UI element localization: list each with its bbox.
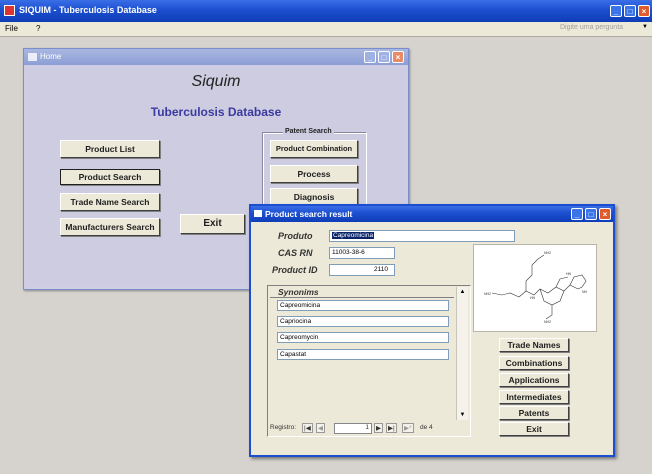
home-minimize-button[interactable]: _ [364, 51, 376, 63]
home-title: Home [40, 52, 62, 61]
result-title-bar: Product search result _ □ × [251, 206, 613, 222]
home-exit-button[interactable]: Exit [180, 214, 245, 234]
product-result-window: Product search result _ □ × Produto Capr… [249, 204, 615, 457]
app-icon [4, 5, 15, 16]
synonyms-list: Synonims Capreomicina Capriocina Capreom… [267, 285, 471, 437]
svg-text:HN: HN [530, 296, 536, 300]
productid-label: Product ID [272, 265, 318, 275]
manufacturers-search-button[interactable]: Manufacturers Search [60, 218, 160, 236]
casrn-label: CAS RN [278, 248, 313, 258]
menu-file[interactable]: File [5, 24, 18, 33]
record-navigator: Registro: |◀ ◀ 1 ▶ ▶| ▶* de 4 [270, 423, 460, 434]
produto-value: Capreomicina [332, 232, 375, 239]
svg-text:NH2: NH2 [484, 292, 491, 296]
scroll-up-icon[interactable]: ▲ [457, 287, 468, 297]
intermediates-button[interactable]: Intermediates [499, 390, 569, 404]
synonym-item[interactable]: Capreomicina [277, 300, 449, 311]
synonyms-header-rule [270, 297, 454, 298]
app-maximize-button[interactable]: □ [624, 5, 636, 17]
result-maximize-button[interactable]: □ [585, 208, 597, 220]
app-minimize-button[interactable]: _ [610, 5, 622, 17]
home-title-bar: Home _ □ × [24, 49, 408, 65]
result-exit-button[interactable]: Exit [499, 422, 569, 436]
result-window-icon [254, 210, 262, 217]
home-maximize-button[interactable]: □ [378, 51, 390, 63]
productid-field[interactable]: 2110 [329, 264, 395, 276]
home-subheading: Tuberculosis Database [150, 105, 282, 119]
help-question-input[interactable]: Digite uma pergunta [560, 24, 623, 31]
record-number-field[interactable]: 1 [334, 423, 372, 434]
record-total: de 4 [420, 424, 433, 431]
app-title-bar: SIQUIM - Tuberculosis Database _ □ × [0, 0, 652, 22]
applications-button[interactable]: Applications [499, 373, 569, 387]
home-heading: Siquim [191, 73, 241, 90]
svg-text:NH2: NH2 [544, 251, 551, 255]
product-list-button[interactable]: Product List [60, 140, 160, 158]
result-minimize-button[interactable]: _ [571, 208, 583, 220]
product-combination-button[interactable]: Product Combination [270, 140, 358, 158]
home-window-icon [28, 53, 37, 61]
chemical-structure-image: NH2 NH2 HN NH2 NH HN [473, 244, 597, 332]
process-button[interactable]: Process [270, 165, 358, 183]
new-record-button[interactable]: ▶* [402, 423, 414, 433]
record-nav-label: Registro: [270, 424, 297, 431]
app-close-button[interactable]: × [638, 5, 650, 17]
last-record-button[interactable]: ▶| [386, 423, 397, 433]
product-search-button[interactable]: Product Search [60, 169, 160, 185]
previous-record-button[interactable]: ◀ [316, 423, 325, 433]
next-record-button[interactable]: ▶ [374, 423, 383, 433]
svg-text:NH: NH [582, 290, 588, 294]
synonym-item[interactable]: Capastat [277, 349, 449, 360]
trade-name-search-button[interactable]: Trade Name Search [60, 193, 160, 211]
synonyms-scrollbar[interactable]: ▲ ▼ [456, 287, 468, 420]
produto-field[interactable]: Capreomicina [329, 230, 515, 242]
svg-text:NH2: NH2 [544, 320, 551, 324]
result-title: Product search result [265, 209, 353, 219]
scroll-down-icon[interactable]: ▼ [457, 410, 468, 420]
app-title: SIQUIM - Tuberculosis Database [19, 5, 157, 15]
menu-bar: File ? Digite uma pergunta ▼ [0, 22, 652, 37]
combinations-button[interactable]: Combinations [499, 356, 569, 370]
result-close-button[interactable]: × [599, 208, 611, 220]
svg-text:HN: HN [566, 272, 572, 276]
menu-help[interactable]: ? [36, 24, 40, 33]
produto-label: Produto [278, 231, 313, 241]
home-close-button[interactable]: × [392, 51, 404, 63]
synonym-item[interactable]: Capriocina [277, 316, 449, 327]
help-dropdown-icon[interactable]: ▼ [642, 24, 648, 30]
patent-search-label: Patent Search [283, 128, 334, 135]
trade-names-button[interactable]: Trade Names [499, 338, 569, 352]
first-record-button[interactable]: |◀ [302, 423, 313, 433]
synonym-item[interactable]: Capreomycin [277, 332, 449, 343]
casrn-field[interactable]: 11003-38-6 [329, 247, 395, 259]
synonyms-header: Synonims [278, 287, 319, 297]
patents-button[interactable]: Patents [499, 406, 569, 420]
